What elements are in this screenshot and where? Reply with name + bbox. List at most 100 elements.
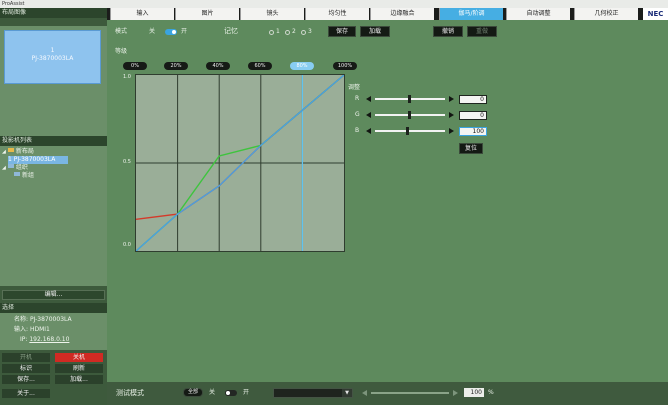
tab-geometric[interactable]: 几何校正 bbox=[574, 8, 638, 20]
brand-logo: NEC bbox=[643, 8, 668, 20]
info-input: 输入: HDMI1 bbox=[14, 326, 50, 333]
mode-label: 模式 bbox=[115, 28, 128, 35]
level-value-field[interactable]: 100 bbox=[464, 388, 484, 397]
g-slider-thumb[interactable] bbox=[408, 111, 411, 119]
adjust-title: 调整 bbox=[348, 84, 361, 91]
b-slider[interactable] bbox=[375, 130, 445, 132]
red-channel-curve bbox=[135, 74, 345, 221]
load-button[interactable]: 加载 bbox=[360, 26, 390, 37]
folder-icon bbox=[14, 172, 20, 176]
memory-radio-1[interactable] bbox=[269, 30, 274, 35]
projector-tree: ◢ 新布局 1 PJ-3870003LA ◢ 组织 新组 bbox=[0, 146, 107, 286]
edit-button[interactable]: 编辑... bbox=[2, 290, 105, 300]
about-button[interactable]: 关于... bbox=[2, 389, 50, 398]
grade-label: 等级 bbox=[115, 48, 128, 55]
folder-icon bbox=[7, 148, 14, 152]
g-value-field[interactable]: 0 bbox=[459, 111, 487, 120]
tree-item-new-group[interactable]: 新组 bbox=[14, 172, 34, 180]
tab-edge-blend[interactable]: 边缘融合 bbox=[370, 8, 434, 20]
memory-option-2: 2 bbox=[292, 28, 296, 35]
channel-g-label: G bbox=[355, 111, 360, 118]
memory-label: 记忆 bbox=[224, 27, 238, 35]
gamma-point-40[interactable]: 40% bbox=[206, 62, 230, 70]
r-value-field[interactable]: 0 bbox=[459, 95, 487, 104]
chevron-down-icon: ▼ bbox=[342, 389, 352, 397]
channel-b-label: B bbox=[355, 127, 360, 134]
projector-tile-number: 1 bbox=[50, 47, 55, 54]
projector-list-header: 投影机列表 bbox=[0, 136, 107, 146]
gamma-point-80[interactable]: 80% bbox=[290, 62, 314, 70]
g-decrease-icon[interactable] bbox=[366, 112, 371, 118]
gamma-point-0[interactable]: 0% bbox=[123, 62, 147, 70]
mode-toggle[interactable] bbox=[165, 29, 177, 35]
test-on-label: 开 bbox=[243, 389, 250, 396]
y-axis-mid-label: 0.5 bbox=[123, 159, 131, 165]
tab-input[interactable]: 输入 bbox=[110, 8, 174, 20]
identify-button[interactable]: 标识 bbox=[2, 364, 50, 373]
tab-auto-adjust[interactable]: 自动调整 bbox=[506, 8, 570, 20]
save-config-button[interactable]: 保存... bbox=[2, 375, 50, 384]
level-decrease-icon[interactable] bbox=[362, 390, 367, 396]
test-mode-title: 测试模式 bbox=[116, 389, 144, 397]
ip-link[interactable]: 192.168.0.10 bbox=[29, 336, 69, 343]
pattern-select[interactable]: ▼ bbox=[273, 388, 353, 398]
tab-lens[interactable]: 镜头 bbox=[240, 8, 304, 20]
tab-bar: 输入 图片 镜头 均匀性 边缘融合 伽马/阶调 自动调整 几何校正 NEC bbox=[107, 8, 668, 20]
info-ip: IP: 192.168.0.10 bbox=[20, 336, 70, 343]
test-off-label: 关 bbox=[209, 389, 216, 396]
level-increase-icon[interactable] bbox=[453, 390, 458, 396]
expand-triangle-icon[interactable]: ◢ bbox=[2, 164, 6, 172]
gamma-graph[interactable] bbox=[135, 74, 345, 252]
expand-triangle-icon[interactable]: ◢ bbox=[2, 148, 6, 156]
memory-option-1: 1 bbox=[276, 28, 280, 35]
gamma-point-60[interactable]: 60% bbox=[248, 62, 272, 70]
y-axis-min-label: 0.0 bbox=[123, 242, 131, 248]
mode-off-label: 关 bbox=[149, 28, 156, 35]
selection-header: 选择 bbox=[0, 303, 107, 313]
tree-item-layout[interactable]: ◢ 新布局 bbox=[2, 148, 34, 156]
r-slider-thumb[interactable] bbox=[408, 95, 411, 103]
test-mode-toggle[interactable] bbox=[225, 390, 237, 396]
tab-uniformity[interactable]: 均匀性 bbox=[305, 8, 369, 20]
memory-option-3: 3 bbox=[308, 28, 312, 35]
b-value-field[interactable]: 100 bbox=[459, 127, 487, 136]
layout-header: 布局图像 bbox=[0, 8, 107, 18]
main-panel: 输入 图片 镜头 均匀性 边缘融合 伽马/阶调 自动调整 几何校正 NEC 模式… bbox=[107, 8, 668, 405]
left-panel: 布局图像 1 PJ-3870003LA 投影机列表 ◢ 新布局 1 PJ-3870… bbox=[0, 8, 107, 405]
tab-gamma[interactable]: 伽马/阶调 bbox=[439, 8, 503, 20]
memory-radio-2[interactable] bbox=[285, 30, 290, 35]
load-config-button[interactable]: 加载... bbox=[55, 375, 103, 384]
tree-item-projector[interactable]: 1 PJ-3870003LA bbox=[8, 156, 68, 164]
tab-picture[interactable]: 图片 bbox=[175, 8, 239, 20]
redo-button[interactable]: 重做 bbox=[467, 26, 497, 37]
g-increase-icon[interactable] bbox=[449, 112, 454, 118]
r-decrease-icon[interactable] bbox=[366, 96, 371, 102]
memory-radio-3[interactable] bbox=[301, 30, 306, 35]
level-slider[interactable] bbox=[371, 392, 449, 394]
undo-button[interactable]: 撤销 bbox=[433, 26, 463, 37]
selection-info: 名称: PJ-3870003LA 输入: HDMI1 IP: 192.168.0… bbox=[0, 313, 107, 350]
save-button[interactable]: 保存 bbox=[328, 26, 356, 37]
b-increase-icon[interactable] bbox=[449, 128, 454, 134]
window-title: ProAssist bbox=[0, 0, 668, 8]
all-button[interactable]: 全部 bbox=[183, 388, 203, 397]
folder-icon bbox=[7, 164, 14, 168]
layout-area: 1 PJ-3870003LA bbox=[0, 26, 107, 138]
power-off-button[interactable]: 关机 bbox=[55, 353, 103, 362]
gamma-point-100[interactable]: 100% bbox=[333, 62, 357, 70]
percent-unit: % bbox=[488, 389, 494, 396]
tree-item-group[interactable]: ◢ 组织 bbox=[2, 164, 28, 172]
gamma-curve-chart bbox=[135, 74, 345, 252]
r-increase-icon[interactable] bbox=[449, 96, 454, 102]
refresh-button[interactable]: 刷新 bbox=[55, 364, 103, 373]
b-slider-thumb[interactable] bbox=[406, 127, 409, 135]
power-on-button[interactable]: 开机 bbox=[2, 353, 50, 362]
projector-tile[interactable]: 1 PJ-3870003LA bbox=[4, 30, 101, 84]
b-decrease-icon[interactable] bbox=[366, 128, 371, 134]
channel-r-label: R bbox=[355, 95, 360, 102]
gamma-point-20[interactable]: 20% bbox=[164, 62, 188, 70]
reset-button[interactable]: 复位 bbox=[459, 143, 483, 154]
mode-on-label: 开 bbox=[181, 28, 188, 35]
projector-tile-name: PJ-3870003LA bbox=[31, 55, 74, 62]
test-pattern-bar: 测试模式 全部 关 开 ▼ 100 % bbox=[107, 382, 668, 405]
